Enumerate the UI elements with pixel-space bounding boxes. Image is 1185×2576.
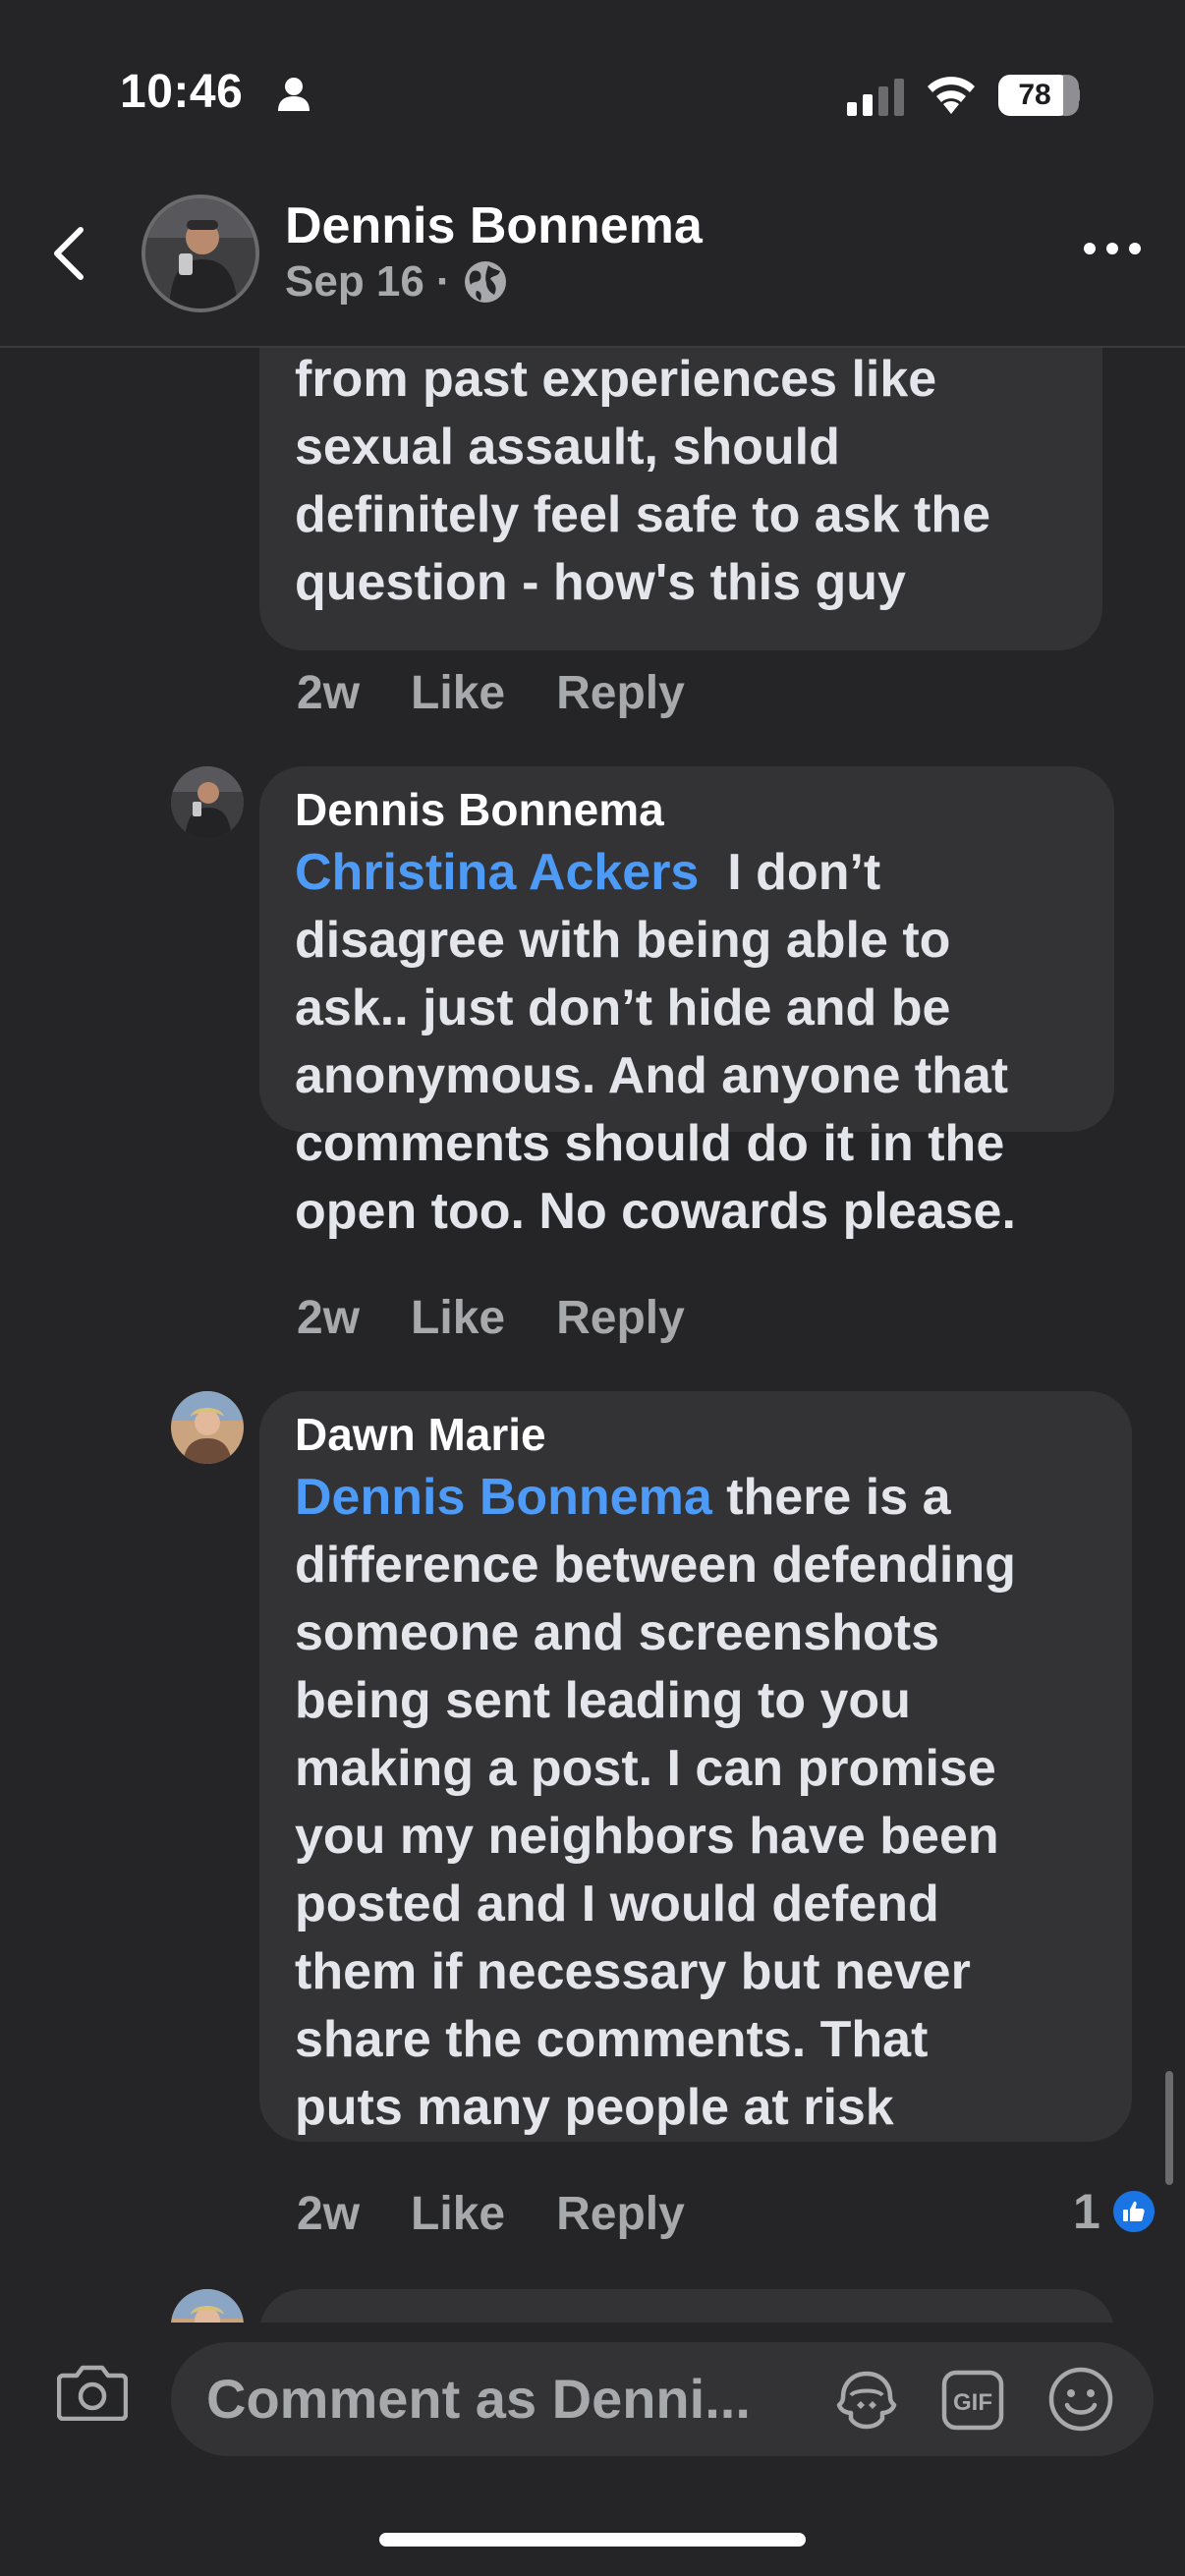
scrollbar[interactable] — [1165, 2071, 1173, 2185]
comment-text-line: you my neighbors have been — [295, 1808, 999, 1865]
comment-text-line: question - how's this guy — [295, 554, 906, 611]
like-button[interactable]: Like — [411, 1291, 505, 1345]
comment-text-line: them if necessary but never — [295, 1943, 971, 2000]
comment-text-fragment: I don’t — [727, 844, 881, 901]
comment-input[interactable]: Comment as Denni... — [206, 2342, 751, 2456]
like-icon — [1109, 2188, 1157, 2235]
comment-author[interactable]: Dawn Marie — [295, 1405, 1128, 1464]
battery-icon: 78 — [998, 75, 1080, 116]
mention-link[interactable]: Dennis Bonnema — [295, 1469, 712, 1526]
comment-text-line: Christina Ackers I don’t — [295, 839, 1110, 907]
header-name[interactable]: Dennis Bonnema — [285, 196, 703, 255]
comment-actions: 2w Like Reply — [297, 2187, 685, 2241]
comment-text-line: comments should do it in the — [295, 1115, 1005, 1172]
reaction-summary[interactable]: 1 — [1073, 2183, 1157, 2240]
comment-text-line: posted and I would defend — [295, 1876, 939, 1932]
comment-actions: 2w Like Reply — [297, 1291, 685, 1345]
gif-icon[interactable]: GIF — [941, 2370, 1004, 2431]
avatar-sticker-icon[interactable] — [835, 2370, 898, 2431]
comment-text-line: share the comments. That — [295, 2011, 929, 2068]
commenter-avatar[interactable] — [171, 1391, 244, 1464]
comment-bubble[interactable] — [259, 2289, 1114, 2323]
comment-time: 2w — [297, 1292, 361, 1344]
comment-text-line: puts many people at risk — [295, 2079, 894, 2136]
post-date: Sep 16 — [285, 257, 424, 306]
camera-icon[interactable] — [57, 2362, 128, 2421]
post-header: Dennis Bonnema Sep 16 · — [0, 187, 1185, 349]
comment-composer[interactable]: Comment as Denni... GIF — [171, 2342, 1154, 2456]
comment-text-line: open too. No cowards please. — [295, 1183, 1016, 1240]
meta-separator: · — [435, 257, 451, 306]
reply-button[interactable]: Reply — [556, 666, 685, 720]
back-icon[interactable] — [51, 226, 85, 281]
header-avatar[interactable] — [141, 195, 259, 312]
status-bar: 10:46 78 — [0, 0, 1185, 187]
comment-text-line: being sent leading to you — [295, 1672, 911, 1729]
commenter-avatar[interactable] — [171, 2289, 244, 2323]
comment-text-line: difference between defending — [295, 1537, 1016, 1594]
comments-list[interactable]: from past experiences like sexual assaul… — [0, 348, 1185, 2323]
more-icon[interactable] — [1083, 242, 1142, 255]
svg-text:GIF: GIF — [953, 2389, 992, 2416]
mention-link[interactable]: Christina Ackers — [295, 844, 699, 901]
comment-text-line: ask.. just don’t hide and be — [295, 980, 951, 1036]
comment-text-line: definitely feel safe to ask the — [295, 486, 991, 543]
comment-text-fragment: there is a — [726, 1469, 951, 1526]
comment-author[interactable]: Dennis Bonnema — [295, 780, 1110, 839]
emoji-icon[interactable] — [1047, 2366, 1114, 2433]
wifi-icon — [928, 77, 975, 114]
signal-icon — [847, 79, 904, 116]
comment-text-line: sexual assault, should — [295, 419, 840, 476]
comment-bubble[interactable]: from past experiences like sexual assaul… — [259, 348, 1102, 650]
home-indicator[interactable] — [379, 2533, 806, 2547]
header-meta: Sep 16 · — [285, 257, 508, 307]
comment-text-line: from past experiences like — [295, 351, 937, 408]
battery-level: 78 — [1018, 79, 1051, 111]
reaction-count: 1 — [1073, 2184, 1100, 2239]
person-icon — [278, 78, 310, 111]
reply-button[interactable]: Reply — [556, 2187, 685, 2241]
reply-button[interactable]: Reply — [556, 1291, 685, 1345]
comment-time: 2w — [297, 2188, 361, 2240]
comment-time: 2w — [297, 667, 361, 719]
like-button[interactable]: Like — [411, 666, 505, 720]
comment-text-line: someone and screenshots — [295, 1604, 939, 1661]
comment-bubble[interactable]: Dawn Marie Dennis Bonnema there is a dif… — [259, 1391, 1132, 2142]
comment-text-line: disagree with being able to — [295, 912, 951, 969]
comment-actions: 2w Like Reply — [297, 666, 685, 720]
comment-bubble[interactable]: Dennis Bonnema Christina Ackers I don’t … — [259, 766, 1114, 1240]
comment-text-line: Dennis Bonnema there is a — [295, 1464, 1128, 1532]
comment-text-line: making a post. I can promise — [295, 1740, 996, 1797]
status-time: 10:46 — [120, 66, 244, 118]
commenter-avatar[interactable] — [171, 766, 244, 839]
comment-text-line: anonymous. And anyone that — [295, 1047, 1009, 1104]
globe-icon — [464, 261, 506, 303]
like-button[interactable]: Like — [411, 2187, 505, 2241]
